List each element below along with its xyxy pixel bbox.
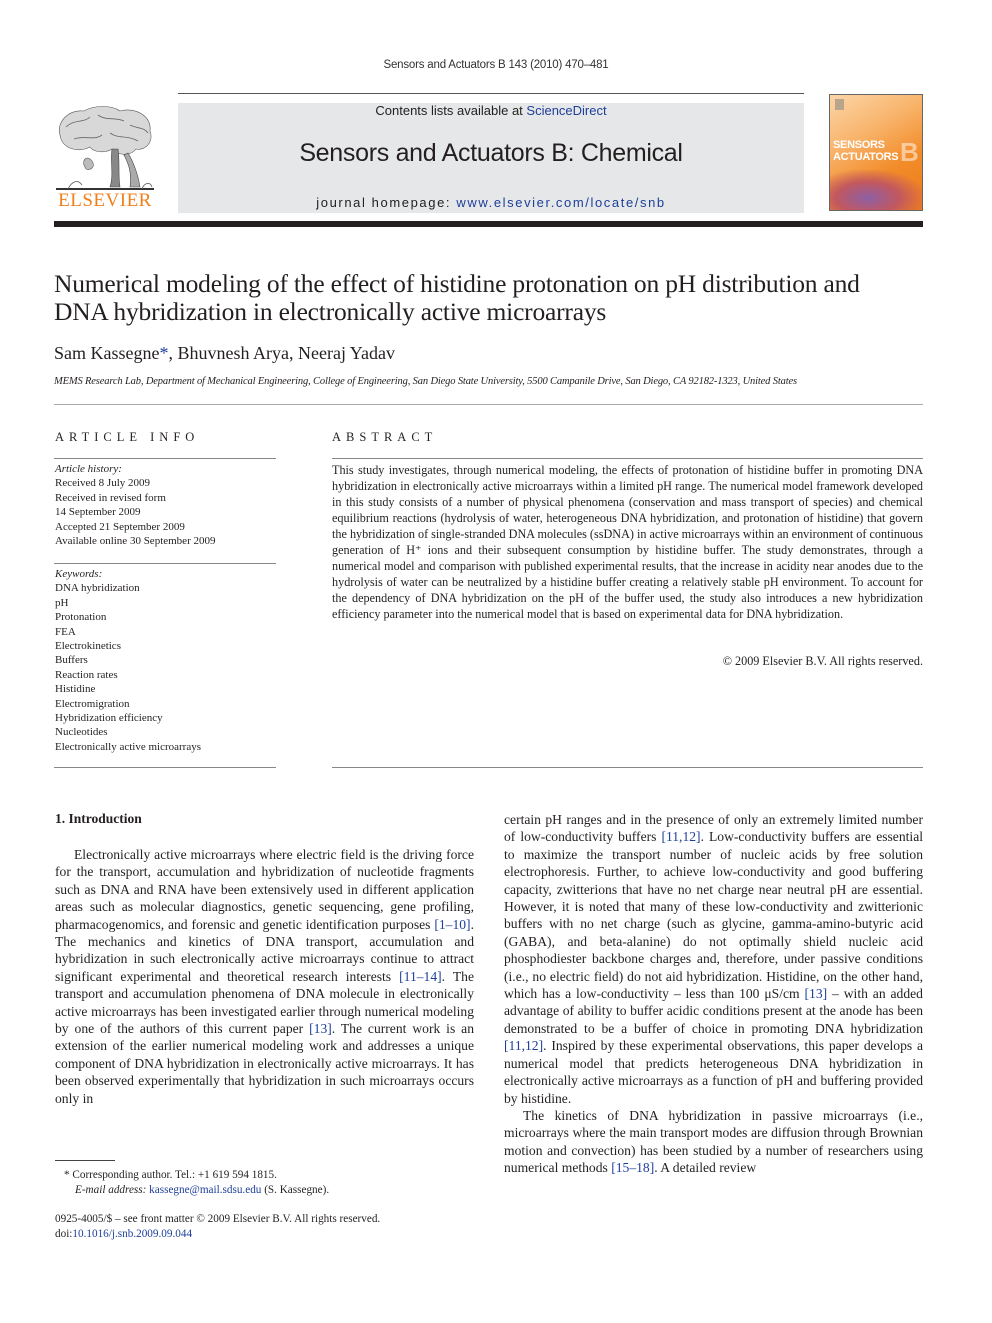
journal-banner: Contents lists available at ScienceDirec… (178, 103, 804, 213)
keyword: Protonation (55, 611, 107, 624)
corresponding-author-note: * Corresponding author. Tel.: +1 619 594… (64, 1169, 277, 1181)
keywords: Keywords: DNA hybridization pH Protonati… (55, 567, 277, 754)
cover-artwork (830, 170, 922, 210)
body-text: . Inspired by these experimental observa… (504, 1038, 923, 1106)
author-name[interactable]: Bhuvnesh Arya (177, 343, 289, 363)
homepage-link[interactable]: www.elsevier.com/locate/snb (456, 195, 665, 210)
citation-link[interactable]: [11,12] (504, 1038, 543, 1053)
keyword: Reaction rates (55, 668, 118, 681)
keyword: Nucleotides (55, 726, 108, 739)
cover-title-line2: ACTUATORS (833, 151, 899, 163)
contents-line: Contents lists available at ScienceDirec… (178, 103, 804, 118)
sciencedirect-link[interactable]: ScienceDirect (526, 103, 606, 118)
keywords-label: Keywords: (55, 568, 103, 580)
author-list: Sam Kassegne*, Bhuvnesh Arya, Neeraj Yad… (54, 343, 395, 363)
author-name[interactable]: Neeraj Yadav (298, 343, 395, 363)
citation-link[interactable]: [11–14] (399, 969, 442, 984)
keyword: pH (55, 596, 69, 609)
body-text: . Low-conductivity buffers are essential… (504, 829, 923, 1002)
contents-prefix: Contents lists available at (375, 103, 527, 118)
running-head: Sensors and Actuators B 143 (2010) 470–4… (383, 59, 609, 71)
corresponding-author-mark[interactable]: * (159, 343, 168, 363)
keyword: Electrokinetics (55, 640, 121, 653)
keyword: Histidine (55, 683, 96, 696)
doi-link[interactable]: 10.1016/j.snb.2009.09.044 (72, 1228, 192, 1240)
history-item: Received in revised form (55, 491, 166, 504)
article-info-end-rule (54, 767, 276, 768)
citation-link[interactable]: [15–18] (611, 1160, 654, 1175)
email-suffix: (S. Kassegne). (261, 1183, 330, 1196)
cover-letter: B (900, 137, 919, 167)
article-title-line2: DNA hybridization in electronically acti… (54, 297, 607, 326)
doi-prefix: doi: (55, 1227, 73, 1240)
email-label: E-mail address: (75, 1183, 150, 1196)
homepage-prefix: journal homepage: (316, 195, 457, 210)
elsevier-tree-icon (54, 105, 156, 193)
keyword: Hybridization efficiency (55, 712, 163, 725)
keyword: FEA (55, 625, 76, 638)
body-text: Electronically active microarrays where … (55, 847, 474, 932)
cover-publisher-icon (835, 99, 844, 110)
article-title-line1: Numerical modeling of the effect of hist… (54, 269, 860, 298)
abstract-text: This study investigates, through numeric… (332, 463, 923, 621)
front-matter-notice: 0925-4005/$ – see front matter © 2009 El… (55, 1212, 485, 1241)
keyword: DNA hybridization (55, 582, 140, 595)
article-history-label: Article history: (55, 463, 122, 475)
cover-title-line1: SENSORS (833, 139, 885, 151)
body-right-column: certain pH ranges and in the presence of… (504, 811, 923, 1177)
section-heading-introduction: 1. Introduction (55, 811, 142, 826)
body-left-column: Electronically active microarrays where … (55, 846, 474, 1107)
history-item: Accepted 21 September 2009 (55, 520, 185, 533)
keyword: Electronically active microarrays (55, 740, 201, 753)
abstract-rule (332, 458, 923, 459)
header-rule (178, 93, 804, 94)
footnote-corresponding: * Corresponding author. Tel.: +1 619 594… (64, 1168, 484, 1197)
article-history: Article history: Received 8 July 2009 Re… (55, 462, 277, 548)
keywords-rule (54, 563, 276, 564)
cover-title: SENSORS ACTUATORS (833, 139, 899, 163)
email-link[interactable]: kassegne@mail.sdsu.edu (149, 1184, 261, 1196)
journal-homepage: journal homepage: www.elsevier.com/locat… (178, 195, 804, 210)
author-name[interactable]: Sam Kassegne (54, 343, 159, 363)
journal-cover-thumbnail[interactable]: SENSORS ACTUATORS B (829, 94, 923, 211)
abstract-end-rule (332, 767, 923, 768)
history-item: Available online 30 September 2009 (55, 535, 216, 548)
article-info-heading: ARTICLE INFO (55, 430, 200, 444)
affiliation: MEMS Research Lab, Department of Mechani… (54, 376, 797, 387)
header-thick-rule (54, 221, 923, 227)
footnote-rule (55, 1160, 115, 1161)
journal-title: Sensors and Actuators B: Chemical (299, 139, 683, 167)
keyword: Electromigration (55, 697, 130, 710)
intro-paragraph-1-continued: certain pH ranges and in the presence of… (504, 811, 923, 1107)
history-item: 14 September 2009 (55, 506, 141, 519)
body-text: . A detailed review (654, 1160, 757, 1176)
article-info-rule (54, 458, 276, 459)
citation-link[interactable]: [13] (309, 1021, 332, 1036)
elsevier-logo[interactable]: ELSEVIER (54, 105, 156, 215)
history-item: Received 8 July 2009 (55, 477, 151, 490)
intro-paragraph-1: Electronically active microarrays where … (55, 846, 474, 1107)
citation-link[interactable]: [13] (805, 986, 828, 1001)
citation-link[interactable]: [11,12] (661, 829, 700, 844)
abstract-copyright: © 2009 Elsevier B.V. All rights reserved… (722, 654, 923, 668)
abstract-heading: ABSTRACT (332, 430, 438, 444)
affiliation-rule (54, 404, 923, 405)
issn-line: 0925-4005/$ – see front matter © 2009 El… (55, 1213, 381, 1225)
article-title: Numerical modeling of the effect of hist… (54, 270, 934, 326)
intro-paragraph-2: The kinetics of DNA hybridization in pas… (504, 1107, 923, 1177)
keyword: Buffers (55, 654, 88, 667)
elsevier-wordmark: ELSEVIER (58, 190, 152, 211)
citation-link[interactable]: [1–10] (434, 917, 470, 932)
